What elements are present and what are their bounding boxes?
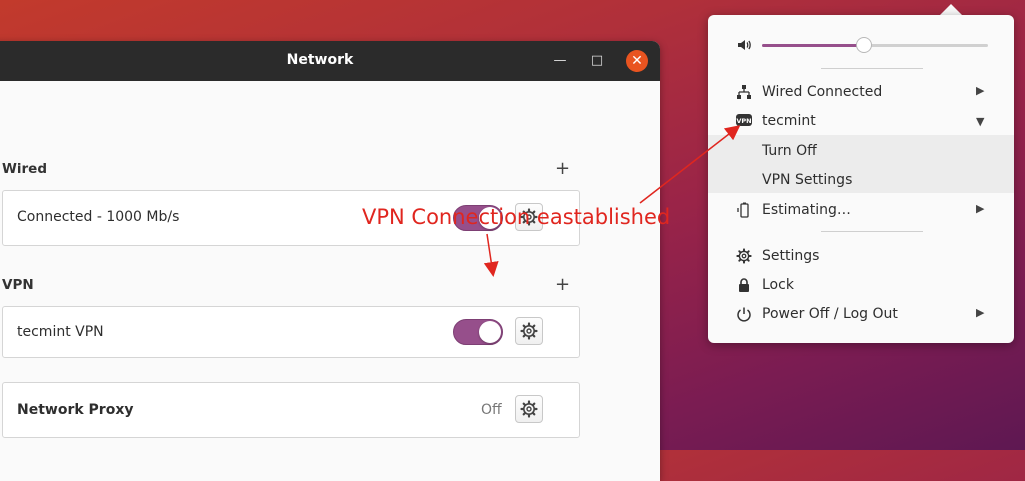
annotation-arrow-to-menu (639, 125, 741, 204)
annotation-label: VPN Connection eastablished (362, 205, 671, 229)
annotation-arrow-to-toggle (483, 233, 499, 277)
